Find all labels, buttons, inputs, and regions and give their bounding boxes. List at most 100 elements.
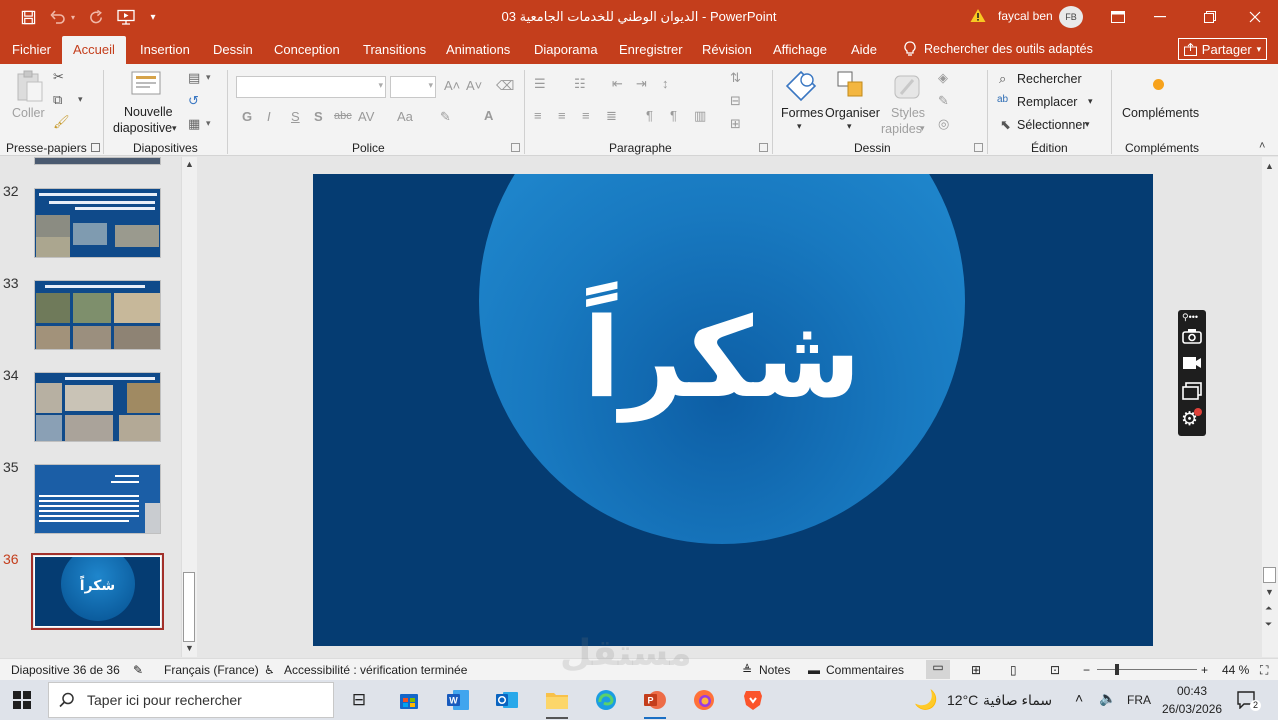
weather-moon-icon[interactable]: 🌙 [914, 688, 938, 712]
bold-icon[interactable]: G [242, 109, 252, 124]
change-case-icon[interactable]: Aa [397, 109, 413, 124]
tab-animations[interactable]: Animations [446, 42, 510, 57]
slide-sorter-icon[interactable]: ⊞ [971, 663, 981, 677]
arrange-dropdown-icon[interactable]: ▾ [847, 121, 852, 132]
tab-enregistrer[interactable]: Enregistrer [619, 42, 683, 57]
font-size-input[interactable]: ▾ [390, 76, 436, 98]
word-icon[interactable]: W [441, 684, 475, 716]
slide-thumbnail-35[interactable] [34, 464, 161, 534]
search-tools[interactable]: Rechercher des outils adaptés [904, 41, 1093, 57]
notes-button[interactable]: Notes [759, 663, 790, 677]
recorder-menu-icon[interactable]: ⚲••• [1182, 312, 1198, 323]
align-right-icon[interactable]: ≡ [582, 108, 590, 123]
scroll-down-icon[interactable]: ▼ [1265, 587, 1274, 597]
scroll-down-icon[interactable]: ▼ [185, 643, 194, 653]
new-slide-label-1[interactable]: Nouvelle [124, 105, 173, 119]
decrease-font-icon[interactable]: A˅ [466, 78, 482, 93]
window-capture-icon[interactable] [1182, 382, 1202, 403]
zoom-out-icon[interactable]: − [1083, 663, 1090, 677]
text-shadow-icon[interactable]: S [314, 109, 323, 124]
reset-icon[interactable]: ↺ [188, 93, 199, 109]
justify-icon[interactable]: ≣ [606, 108, 617, 124]
spelling-icon[interactable]: ✎ [133, 663, 143, 677]
shape-outline-icon[interactable]: ✎ [938, 93, 949, 109]
tab-revision[interactable]: Révision [702, 42, 752, 57]
close-icon[interactable] [1245, 6, 1265, 28]
layout-icon[interactable]: ▤ [188, 70, 200, 86]
quick-styles-icon[interactable] [891, 72, 923, 105]
replace-icon[interactable]: ab [997, 94, 1008, 105]
font-name-dropdown-icon[interactable]: ▾ [378, 80, 383, 91]
comments-icon[interactable]: ▬ [808, 663, 820, 677]
slide-title[interactable]: شكراً [479, 304, 965, 414]
video-camera-icon[interactable] [1182, 356, 1202, 373]
accessibility-status[interactable]: Accessibilité : vérification terminée [284, 663, 467, 677]
shapes-icon[interactable] [785, 70, 817, 105]
tab-dessin[interactable]: Dessin [213, 42, 253, 57]
arrange-button[interactable]: Organiser [825, 106, 880, 120]
align-center-icon[interactable]: ≡ [558, 108, 566, 123]
paste-icon[interactable] [15, 70, 45, 107]
language-label[interactable]: Français (France) [164, 663, 259, 677]
tab-conception[interactable]: Conception [274, 42, 340, 57]
arrange-icon[interactable] [836, 70, 866, 105]
line-spacing-icon[interactable]: ↕ [662, 76, 669, 91]
weather-temp[interactable]: 12°C [947, 692, 978, 708]
weather-text[interactable]: سماء صافية [983, 692, 1052, 709]
slide[interactable]: شكراً [313, 174, 1153, 646]
zoom-level[interactable]: 44 % [1222, 663, 1249, 677]
new-slide-label-2[interactable]: diapositive [113, 121, 172, 135]
slide-thumbnail-34[interactable] [34, 372, 161, 442]
microsoft-store-icon[interactable] [392, 684, 426, 716]
comments-button[interactable]: Commentaires [826, 663, 904, 677]
reading-view-icon[interactable]: ▯ [1010, 663, 1017, 677]
tab-transitions[interactable]: Transitions [363, 42, 426, 57]
font-launcher-icon[interactable] [511, 143, 520, 152]
strikethrough-icon[interactable]: abc [334, 110, 352, 122]
replace-dropdown-icon[interactable]: ▾ [1088, 96, 1093, 107]
font-color-icon[interactable]: A [484, 108, 493, 123]
show-hidden-icons-icon[interactable]: ˄ [1075, 690, 1083, 706]
zoom-in-icon[interactable]: + [1201, 663, 1208, 677]
decrease-indent-icon[interactable]: ⇤ [612, 76, 623, 92]
replace-button[interactable]: Remplacer [1017, 95, 1077, 109]
clock-time[interactable]: 00:43 [1177, 684, 1207, 698]
share-button[interactable]: Partager ▾ [1178, 38, 1267, 60]
previous-slide-icon[interactable]: ⏶ [1265, 603, 1272, 614]
slideshow-icon[interactable]: ⊡ [1050, 663, 1060, 677]
smartart-icon[interactable]: ⊞ [730, 116, 741, 132]
tab-aide[interactable]: Aide [851, 42, 877, 57]
text-direction-icon[interactable]: ⇅ [730, 70, 741, 86]
input-language[interactable]: FRA [1127, 693, 1151, 707]
volume-icon[interactable]: 🔈 [1099, 690, 1116, 707]
tab-accueil[interactable]: Accueil [62, 36, 126, 64]
section-icon[interactable]: ▦ [188, 116, 200, 132]
clock-date[interactable]: 26/03/2026 [1162, 702, 1222, 716]
accessibility-icon[interactable]: ♿ [264, 663, 275, 677]
outlook-icon[interactable] [490, 684, 524, 716]
thumbnail-partial[interactable] [34, 157, 161, 165]
align-left-icon[interactable]: ≡ [534, 108, 542, 123]
clipboard-launcher-icon[interactable] [91, 143, 100, 152]
zoom-slider-thumb[interactable] [1115, 664, 1119, 675]
tab-insertion[interactable]: Insertion [140, 42, 190, 57]
quick-styles-label-2[interactable]: rapides [881, 122, 922, 136]
find-icon[interactable]: ⌕ [999, 71, 1006, 87]
find-button[interactable]: Rechercher [1017, 72, 1082, 86]
format-painter-icon[interactable]: 🖌 [53, 114, 70, 130]
camera-icon[interactable] [1182, 328, 1202, 347]
scroll-up-icon[interactable]: ▲ [1265, 161, 1274, 171]
paste-button[interactable]: Coller [12, 106, 45, 120]
align-text-icon[interactable]: ⊟ [730, 93, 741, 109]
select-button[interactable]: Sélectionner [1017, 118, 1087, 132]
normal-view-icon[interactable]: ▭ [926, 660, 950, 679]
quick-styles-label-1[interactable]: Styles [891, 106, 925, 120]
slide-thumbnail-33[interactable] [34, 280, 161, 350]
quick-styles-dropdown-icon[interactable]: ▾ [920, 123, 925, 134]
layout-dropdown-icon[interactable]: ▾ [206, 72, 211, 83]
shapes-button[interactable]: Formes [781, 106, 823, 120]
tab-fichier[interactable]: Fichier [12, 42, 51, 57]
shape-fill-icon[interactable]: ◈ [938, 70, 948, 86]
avatar[interactable]: FB [1059, 6, 1083, 28]
slide-scroll-thumb[interactable] [1263, 567, 1276, 583]
